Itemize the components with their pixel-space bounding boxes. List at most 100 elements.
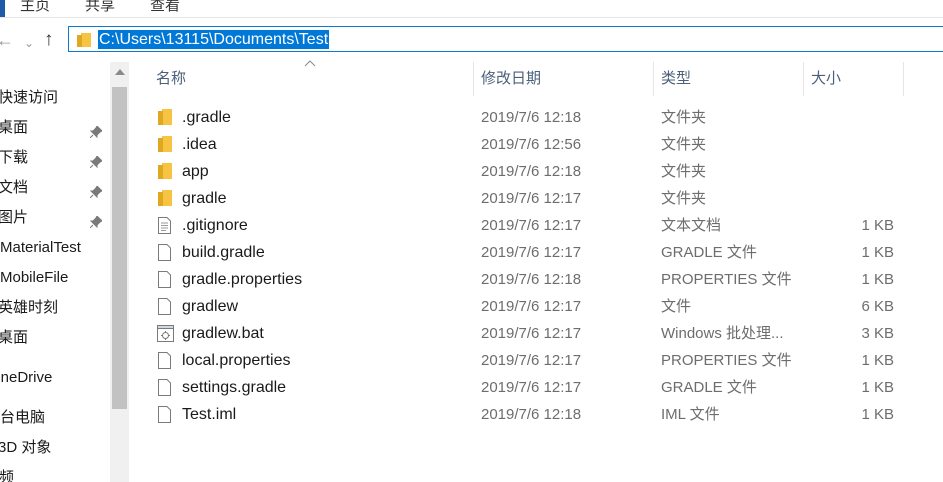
nav-item-3d-objects[interactable]: 3D 对象 <box>0 436 110 460</box>
nav-item-quick-access[interactable]: 快速访问 <box>0 86 110 110</box>
nav-item-label: 文档 <box>0 179 29 196</box>
folder-icon <box>158 109 172 130</box>
tab-view[interactable]: 查看 <box>150 0 180 15</box>
file-type: 文件夹 <box>661 109 707 126</box>
file-row-test-iml[interactable]: Test.iml 2019/7/6 12:18 IML 文件 1 KB <box>146 401 906 428</box>
file-row-build-gradle[interactable]: build.gradle 2019/7/6 12:17 GRADLE 文件 1 … <box>146 239 906 266</box>
navigation-bar: ← ⌄ ↑ C:\Users\13115\Documents\Test <box>0 22 943 60</box>
file-type: GRADLE 文件 <box>661 244 757 261</box>
up-arrow-icon[interactable]: ↑ <box>44 30 54 50</box>
column-header-size[interactable]: 大小 <box>811 62 841 96</box>
file-type: PROPERTIES 文件 <box>661 271 792 288</box>
nav-item-label: 英雄时刻 <box>0 299 59 316</box>
file-size: 1 KB <box>861 244 894 261</box>
file-name: settings.gradle <box>182 379 287 396</box>
nav-item-label: 此台电脑 <box>0 409 46 426</box>
nav-item-desktop[interactable]: 桌面 <box>0 116 110 140</box>
file-date: 2019/7/6 12:17 <box>481 352 582 369</box>
file-row-settings-gradle[interactable]: settings.gradle 2019/7/6 12:17 GRADLE 文件… <box>146 374 906 401</box>
file-name: build.gradle <box>182 244 265 261</box>
file-type: 文本文档 <box>661 217 722 234</box>
column-header-name[interactable]: 名称 <box>156 62 186 96</box>
file-date: 2019/7/6 12:17 <box>481 190 582 207</box>
scroll-up-arrow-icon[interactable] <box>115 69 125 75</box>
folder-icon <box>158 163 172 184</box>
batch-file-icon <box>157 325 174 347</box>
file-row-gradlew[interactable]: gradlew 2019/7/6 12:17 文件 6 KB <box>146 293 906 320</box>
nav-item-mobilefile[interactable]: MobileFile <box>0 266 110 290</box>
file-date: 2019/7/6 12:18 <box>481 406 582 423</box>
file-type: 文件夹 <box>661 190 707 207</box>
file-type: 文件夹 <box>661 163 707 180</box>
recent-locations-chevron-icon[interactable]: ⌄ <box>24 33 34 53</box>
column-divider[interactable] <box>473 62 474 96</box>
file-date: 2019/7/6 12:18 <box>481 163 582 180</box>
navigation-pane: 快速访问 桌面 下载 文档 图片 MaterialTest MobileFile… <box>0 62 110 482</box>
text-file-icon <box>158 217 171 239</box>
nav-item-label: 桌面 <box>0 329 29 346</box>
folder-icon <box>158 136 172 157</box>
nav-item-label: 下载 <box>0 149 29 166</box>
file-row-gitignore[interactable]: .gitignore 2019/7/6 12:17 文本文档 1 KB <box>146 212 906 239</box>
column-divider[interactable] <box>903 62 904 96</box>
address-path-text[interactable]: C:\Users\13115\Documents\Test <box>98 30 330 49</box>
file-icon <box>158 271 171 293</box>
file-size: 6 KB <box>861 298 894 315</box>
file-menu-tab[interactable] <box>0 0 5 17</box>
nav-item-onedrive[interactable]: OneDrive <box>0 366 110 390</box>
file-type: Windows 批处理... <box>661 325 784 342</box>
file-name: .gitignore <box>182 217 248 234</box>
file-date: 2019/7/6 12:56 <box>481 136 582 153</box>
nav-item-label: MaterialTest <box>0 239 81 256</box>
nav-item-label: 视频 <box>0 469 15 482</box>
nav-item-materialtest[interactable]: MaterialTest <box>0 236 110 260</box>
file-icon <box>158 298 171 320</box>
file-size: 1 KB <box>861 352 894 369</box>
nav-item-downloads[interactable]: 下载 <box>0 146 110 170</box>
file-type: 文件夹 <box>661 136 707 153</box>
nav-item-videos[interactable]: 视频 <box>0 466 110 482</box>
file-row-gradlew-bat[interactable]: gradlew.bat 2019/7/6 12:17 Windows 批处理..… <box>146 320 906 347</box>
back-arrow-icon[interactable]: ← <box>0 30 14 50</box>
nav-item-this-pc[interactable]: 此台电脑 <box>0 406 110 430</box>
scrollbar-thumb[interactable] <box>112 87 127 409</box>
file-date: 2019/7/6 12:17 <box>481 298 582 315</box>
column-divider[interactable] <box>653 62 654 96</box>
nav-item-desktop-2[interactable]: 桌面 <box>0 326 110 350</box>
pin-icon[interactable] <box>89 212 103 236</box>
file-name: .idea <box>182 136 217 153</box>
file-row-gradle-dir[interactable]: .gradle 2019/7/6 12:18 文件夹 <box>146 104 906 131</box>
pin-icon[interactable] <box>89 182 103 206</box>
file-type: PROPERTIES 文件 <box>661 352 792 369</box>
pin-icon[interactable] <box>89 122 103 146</box>
tab-share[interactable]: 共享 <box>85 0 115 15</box>
tab-home[interactable]: 主页 <box>20 0 50 15</box>
folder-icon <box>77 33 91 52</box>
column-divider[interactable] <box>803 62 804 96</box>
file-name: gradle.properties <box>182 271 303 288</box>
file-row-gradle-folder[interactable]: gradle 2019/7/6 12:17 文件夹 <box>146 185 906 212</box>
nav-item-label: MobileFile <box>0 269 69 286</box>
file-size: 1 KB <box>861 379 894 396</box>
nav-item-label: 3D 对象 <box>0 439 52 456</box>
pin-icon[interactable] <box>89 152 103 176</box>
file-row-idea-dir[interactable]: .idea 2019/7/6 12:56 文件夹 <box>146 131 906 158</box>
file-row-local-properties[interactable]: local.properties 2019/7/6 12:17 PROPERTI… <box>146 347 906 374</box>
column-header-date[interactable]: 修改日期 <box>481 62 541 96</box>
nav-item-pictures[interactable]: 图片 <box>0 206 110 230</box>
nav-item-label: 快速访问 <box>0 89 59 106</box>
column-header-type[interactable]: 类型 <box>661 62 691 96</box>
nav-item-documents[interactable]: 文档 <box>0 176 110 200</box>
nav-item-hero-moments[interactable]: 英雄时刻 <box>0 296 110 320</box>
file-name: app <box>182 163 209 180</box>
file-date: 2019/7/6 12:17 <box>481 217 582 234</box>
file-size: 1 KB <box>861 406 894 423</box>
nav-item-label: 图片 <box>0 209 29 226</box>
navigation-pane-scrollbar[interactable] <box>110 62 129 482</box>
file-name: gradle <box>182 190 227 207</box>
address-bar[interactable]: C:\Users\13115\Documents\Test <box>68 26 943 52</box>
file-type: 文件 <box>661 298 692 315</box>
file-size: 3 KB <box>861 325 894 342</box>
file-row-app-dir[interactable]: app 2019/7/6 12:18 文件夹 <box>146 158 906 185</box>
file-row-gradle-properties[interactable]: gradle.properties 2019/7/6 12:18 PROPERT… <box>146 266 906 293</box>
